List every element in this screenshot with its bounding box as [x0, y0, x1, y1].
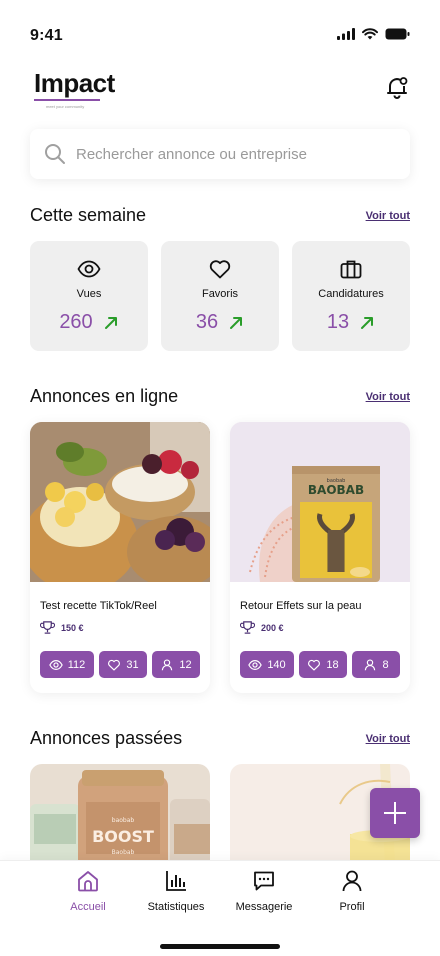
trend-up-arrow-icon [361, 316, 374, 329]
ad-title: Retour Effets sur la peau [240, 600, 362, 612]
logo-text: Impact [34, 68, 115, 98]
app-header: Impact meet your community [0, 62, 440, 122]
stat-label: Candidatures [318, 288, 384, 300]
ad-card[interactable]: BAOBAB baobab Retour Effets sur la peau … [230, 422, 410, 693]
see-all-online-ads-link[interactable]: Voir tout [366, 391, 410, 403]
likes-count: 31 [126, 658, 139, 671]
applicants-count: 8 [382, 658, 389, 671]
plus-icon [384, 802, 406, 824]
past-product-brand: baobab [112, 817, 135, 824]
stat-card-applications[interactable]: Candidatures 13 [292, 241, 410, 351]
bar-chart-icon [166, 871, 186, 891]
tab-profile[interactable]: Profil [307, 869, 397, 913]
section-title-this-week: Cette semaine [30, 205, 147, 225]
stat-label: Favoris [201, 288, 239, 300]
applicants-badge: 8 [352, 651, 400, 678]
views-badge: 140 [240, 651, 294, 678]
stat-value: 13 [326, 311, 350, 333]
user-icon [365, 658, 376, 670]
search-input[interactable]: Rechercher annonce ou entreprise [76, 146, 307, 163]
heart-icon [209, 260, 231, 279]
ad-image-baobab: BAOBAB baobab [230, 422, 410, 582]
logo-underline [34, 99, 100, 101]
briefcase-icon [340, 260, 362, 279]
tab-statistics[interactable]: Statistiques [131, 869, 221, 913]
trophy-icon [240, 621, 255, 634]
stat-value: 36 [195, 311, 219, 333]
eye-icon [48, 659, 63, 670]
see-all-this-week-link[interactable]: Voir tout [366, 210, 410, 222]
past-product-sub: Baobab [112, 849, 135, 856]
logo-tagline: meet your community [46, 104, 85, 109]
eye-icon [248, 659, 263, 670]
notification-bell-icon[interactable] [384, 74, 410, 100]
views-count: 140 [267, 658, 286, 671]
heart-icon [308, 659, 321, 671]
ad-price: 200 € [261, 622, 284, 633]
trend-up-arrow-icon [230, 316, 243, 329]
views-count: 112 [67, 658, 86, 671]
home-icon [78, 871, 98, 892]
tart-photo [30, 422, 210, 582]
tab-label: Statistiques [147, 901, 205, 913]
likes-count: 18 [326, 658, 339, 671]
ad-card[interactable]: Test recette TikTok/Reel 150 € 112 31 12 [30, 422, 210, 693]
stat-card-views[interactable]: Vues 260 [30, 241, 148, 351]
wifi-icon [362, 28, 378, 40]
status-icons [337, 28, 410, 40]
trend-up-arrow-icon [104, 316, 117, 329]
views-badge: 112 [40, 651, 94, 678]
stat-value: 260 [59, 311, 93, 333]
status-bar: 9:41 [0, 0, 440, 60]
tab-label: Profil [339, 901, 365, 913]
see-all-past-ads-link[interactable]: Voir tout [366, 733, 410, 745]
section-title-past-ads: Annonces passées [30, 728, 183, 748]
eye-icon [77, 260, 101, 278]
section-title-online-ads: Annonces en ligne [30, 386, 179, 406]
tab-label: Accueil [70, 901, 106, 913]
bottom-tab-bar: Accueil Statistiques Messagerie Profil [0, 860, 440, 956]
applicants-count: 12 [179, 658, 192, 671]
status-time: 9:41 [30, 27, 63, 44]
ad-title: Test recette TikTok/Reel [40, 600, 157, 612]
tab-messages[interactable]: Messagerie [219, 869, 309, 913]
likes-badge: 31 [99, 651, 147, 678]
trophy-icon [40, 621, 55, 634]
signal-icon [337, 28, 355, 40]
baobab-product-photo: BAOBAB baobab [230, 422, 410, 582]
stat-card-favorites[interactable]: Favoris 36 [161, 241, 279, 351]
search-bar[interactable]: Rechercher annonce ou entreprise [30, 129, 410, 179]
home-indicator [160, 944, 280, 949]
search-icon [45, 144, 65, 164]
ad-price: 150 € [61, 622, 84, 633]
likes-badge: 18 [299, 651, 347, 678]
stat-label: Vues [76, 288, 102, 300]
applicants-badge: 12 [152, 651, 200, 678]
message-icon [254, 871, 274, 891]
ad-image-tarts [30, 422, 210, 582]
app-logo[interactable]: Impact meet your community [34, 68, 115, 109]
product-label: BAOBAB [308, 483, 364, 497]
product-brand: baobab [327, 478, 346, 484]
past-product-label: BOOST [92, 827, 154, 846]
battery-icon [385, 28, 410, 40]
heart-icon [108, 659, 121, 671]
user-icon [162, 658, 173, 670]
add-ad-fab-button[interactable] [370, 788, 420, 838]
tab-home[interactable]: Accueil [43, 869, 133, 913]
user-icon [342, 870, 362, 892]
tab-label: Messagerie [235, 901, 293, 913]
